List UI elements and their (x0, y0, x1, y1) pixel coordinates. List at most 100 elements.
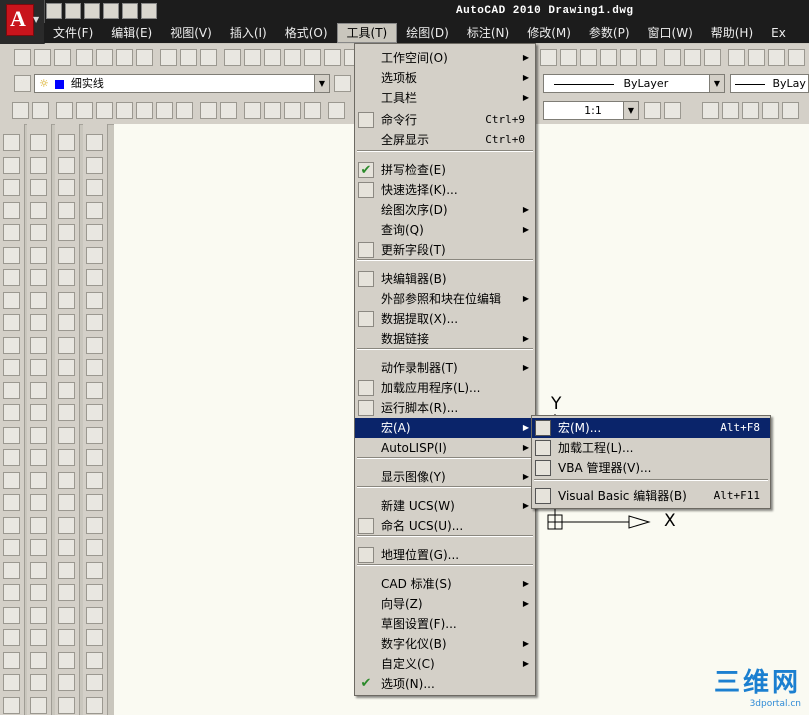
menubar-item-11[interactable]: 帮助(H) (702, 23, 762, 43)
palette-tool-icon[interactable] (86, 291, 103, 309)
menu-item-25[interactable]: 草图设置(F)... (355, 614, 535, 634)
palette-tool-icon[interactable] (58, 404, 75, 421)
submenu-item-3[interactable]: Visual Basic 编辑器(B) Alt+F11 (532, 486, 770, 506)
palette-tool-icon[interactable] (86, 179, 103, 196)
palette-tool-icon[interactable] (3, 494, 20, 511)
menubar-item-2[interactable]: 视图(V) (161, 23, 221, 43)
submenu-item-1[interactable]: 加载工程(L)... (532, 438, 770, 458)
menu-item-10[interactable]: 块编辑器(B) (355, 269, 535, 289)
palette-tool-icon[interactable] (58, 516, 75, 534)
palette-tool-icon[interactable] (3, 516, 20, 534)
menubar-item-9[interactable]: 参数(P) (580, 23, 639, 43)
submenu-item-2[interactable]: VBA 管理器(V)... (532, 458, 770, 478)
palette-tool-icon[interactable] (58, 336, 75, 354)
toolbar-button-icon[interactable] (540, 49, 557, 66)
palette-tool-icon[interactable] (30, 494, 47, 511)
toolbar-button-icon[interactable] (324, 49, 341, 66)
menu-item-7[interactable]: 绘图次序(D) ▶ (355, 200, 535, 220)
palette-tool-icon[interactable] (30, 291, 47, 309)
palette-tool-icon[interactable] (30, 314, 47, 331)
dimension-tool-icon[interactable] (782, 102, 799, 119)
palette-tool-icon[interactable] (58, 606, 75, 624)
menu-item-20[interactable]: 新建 UCS(W) ▶ (355, 496, 535, 516)
dimension-tool-icon[interactable] (76, 102, 93, 119)
palette-tool-icon[interactable] (58, 381, 75, 399)
palette-tool-icon[interactable] (3, 336, 20, 354)
palette-tool-icon[interactable] (86, 246, 103, 264)
dimension-tool-icon[interactable] (264, 102, 281, 119)
menu-item-23[interactable]: CAD 标准(S) ▶ (355, 574, 535, 594)
menu-item-18[interactable]: AutoLISP(I) ▶ (355, 438, 535, 458)
make-current-layer-icon[interactable] (334, 75, 351, 92)
palette-tool-icon[interactable] (58, 471, 75, 489)
menu-item-5[interactable]: ✔ 拼写检查(E) (355, 160, 535, 180)
dimension-tool-icon[interactable] (116, 102, 133, 119)
menubar-item-0[interactable]: 文件(F) (44, 23, 102, 43)
menu-item-4[interactable]: 全屏显示 Ctrl+0 (355, 130, 535, 150)
dimension-tool-icon[interactable] (56, 102, 73, 119)
palette-tool-icon[interactable] (58, 224, 75, 241)
palette-tool-icon[interactable] (30, 201, 47, 219)
menu-item-2[interactable]: 工具栏 ▶ (355, 88, 535, 108)
menubar-item-6[interactable]: 绘图(D) (397, 23, 458, 43)
palette-tool-icon[interactable] (30, 471, 47, 489)
palette-tool-icon[interactable] (58, 539, 75, 556)
palette-tool-icon[interactable] (30, 696, 47, 714)
palette-tool-icon[interactable] (58, 584, 75, 601)
palette-tool-icon[interactable] (3, 201, 20, 219)
submenu-item-0[interactable]: 宏(M)... Alt+F8 (532, 418, 770, 438)
menubar-item-4[interactable]: 格式(O) (276, 23, 337, 43)
palette-tool-icon[interactable] (30, 179, 47, 196)
palette-tool-icon[interactable] (3, 471, 20, 489)
dimension-tool-icon[interactable] (304, 102, 321, 119)
palette-tool-icon[interactable] (3, 134, 20, 151)
menu-item-21[interactable]: 命名 UCS(U)... (355, 516, 535, 536)
plot-icon[interactable] (141, 3, 157, 19)
palette-tool-icon[interactable] (30, 336, 47, 354)
palette-tool-icon[interactable] (58, 246, 75, 264)
new-file-icon[interactable] (46, 3, 62, 19)
menu-item-28[interactable]: ✔ 选项(N)... (355, 674, 535, 694)
palette-tool-icon[interactable] (30, 584, 47, 601)
palette-tool-icon[interactable] (58, 269, 75, 286)
dimension-tool-icon[interactable] (328, 102, 345, 119)
palette-tool-icon[interactable] (3, 426, 20, 444)
palette-tool-icon[interactable] (3, 696, 20, 714)
toolbar-button-icon[interactable] (768, 49, 785, 66)
palette-tool-icon[interactable] (86, 696, 103, 714)
annotation-scale-dropdown[interactable]: 1:1 ▼ (543, 101, 639, 120)
palette-tool-icon[interactable] (86, 539, 103, 556)
palette-tool-icon[interactable] (30, 651, 47, 669)
application-menu-button[interactable]: A ▼ (0, 0, 45, 44)
undo-icon[interactable] (103, 3, 119, 19)
palette-tool-icon[interactable] (3, 539, 20, 556)
menu-item-9[interactable]: 更新字段(T) (355, 240, 535, 260)
dimension-tool-icon[interactable] (220, 102, 237, 119)
palette-tool-icon[interactable] (86, 516, 103, 534)
palette-tool-icon[interactable] (3, 359, 20, 376)
toolbar-button-icon[interactable] (14, 49, 31, 66)
lineweight-dropdown[interactable]: ByLay (730, 74, 809, 93)
palette-tool-icon[interactable] (58, 426, 75, 444)
toolbar-button-icon[interactable] (704, 49, 721, 66)
menu-item-24[interactable]: 向导(Z) ▶ (355, 594, 535, 614)
palette-tool-icon[interactable] (86, 674, 103, 691)
menu-item-27[interactable]: 自定义(C) ▶ (355, 654, 535, 674)
redo-icon[interactable] (122, 3, 138, 19)
toolbar-button-icon[interactable] (34, 49, 51, 66)
palette-tool-icon[interactable] (30, 156, 47, 174)
palette-tool-icon[interactable] (30, 606, 47, 624)
dimension-tool-icon[interactable] (722, 102, 739, 119)
dimension-tool-icon[interactable] (32, 102, 49, 119)
palette-tool-icon[interactable] (58, 629, 75, 646)
dimension-tool-icon[interactable] (762, 102, 779, 119)
menubar-item-8[interactable]: 修改(M) (518, 23, 580, 43)
palette-tool-icon[interactable] (30, 539, 47, 556)
toolbar-button-icon[interactable] (244, 49, 261, 66)
palette-tool-icon[interactable] (86, 359, 103, 376)
palette-tool-icon[interactable] (3, 606, 20, 624)
dimension-tool-icon[interactable] (96, 102, 113, 119)
dimension-tool-icon[interactable] (284, 102, 301, 119)
menubar-item-10[interactable]: 窗口(W) (639, 23, 702, 43)
toolbar-button-icon[interactable] (600, 49, 617, 66)
